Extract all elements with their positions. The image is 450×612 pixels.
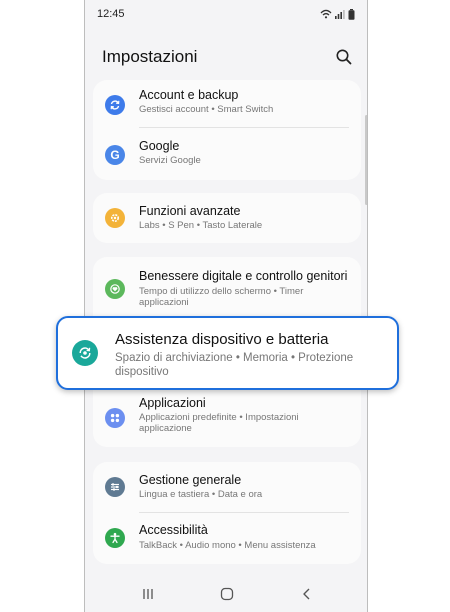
- settings-item-subtitle: Applicazioni predefinite • Impostazioni …: [139, 412, 299, 434]
- settings-item-accessibility[interactable]: Accessibilità TalkBack • Audio mono • Me…: [93, 513, 361, 563]
- status-bar: 12:45: [85, 0, 367, 28]
- settings-item-title: Benessere digitale e controllo genitori: [139, 269, 348, 283]
- sync-icon: [105, 95, 125, 115]
- settings-item-subtitle: Spazio di archiviazione • Memoria • Prot…: [115, 352, 354, 378]
- card-accounts: Account e backup Gestisci account • Smar…: [93, 80, 361, 180]
- settings-item-device-care[interactable]: Assistenza dispositivo e batteria Spazio…: [56, 316, 399, 390]
- status-time: 12:45: [97, 8, 125, 20]
- device-care-icon: [72, 340, 98, 366]
- settings-item-title: Gestione generale: [139, 473, 242, 487]
- settings-item-apps[interactable]: Applicazioni Applicazioni predefinite • …: [93, 392, 361, 444]
- card-advanced: Funzioni avanzate Labs • S Pen • Tasto L…: [93, 193, 361, 243]
- settings-item-subtitle: Lingua e tastiera • Data e ora: [139, 489, 263, 500]
- heart-circle-icon: [105, 279, 125, 299]
- navigation-bar: [85, 576, 367, 612]
- search-icon[interactable]: [335, 48, 353, 66]
- wifi-icon: [320, 9, 332, 19]
- sliders-icon: [105, 477, 125, 497]
- settings-item-subtitle: TalkBack • Audio mono • Menu assistenza: [139, 540, 316, 551]
- settings-item-subtitle: Gestisci account • Smart Switch: [139, 104, 274, 115]
- plus-gear-icon: [105, 208, 125, 228]
- card-general: Gestione generale Lingua e tastiera • Da…: [93, 462, 361, 564]
- scrollbar-thumb[interactable]: [365, 115, 367, 205]
- settings-item-general[interactable]: Gestione generale Lingua e tastiera • Da…: [93, 462, 361, 512]
- recent-apps-icon[interactable]: [141, 587, 155, 601]
- settings-item-subtitle: Labs • S Pen • Tasto Laterale: [139, 220, 263, 231]
- back-icon[interactable]: [300, 587, 314, 601]
- apps-grid-icon: [105, 408, 125, 428]
- settings-item-title: Google: [139, 139, 180, 153]
- settings-item-subtitle: Servizi Google: [139, 155, 201, 166]
- battery-icon: [348, 8, 355, 20]
- settings-item-title: Assistenza dispositivo e batteria: [115, 331, 329, 348]
- accessibility-icon: [105, 528, 125, 548]
- settings-item-account[interactable]: Account e backup Gestisci account • Smar…: [93, 80, 361, 130]
- google-icon: G: [105, 145, 125, 165]
- settings-item-wellbeing[interactable]: Benessere digitale e controllo genitori …: [93, 257, 361, 317]
- phone-screen: 12:45 Impostazioni Account e backup Gest…: [84, 0, 368, 612]
- settings-item-title: Applicazioni: [139, 396, 206, 410]
- settings-item-advanced[interactable]: Funzioni avanzate Labs • S Pen • Tasto L…: [93, 193, 361, 243]
- home-icon[interactable]: [220, 587, 234, 601]
- status-icons: [320, 8, 355, 20]
- signal-icon: [335, 10, 345, 19]
- settings-item-title: Accessibilità: [139, 523, 208, 537]
- settings-item-subtitle: Tempo di utilizzo dello schermo • Timer …: [139, 286, 304, 308]
- page-title: Impostazioni: [102, 47, 198, 66]
- divider: [139, 127, 349, 128]
- settings-item-google[interactable]: G Google Servizi Google: [93, 130, 361, 180]
- settings-item-title: Account e backup: [139, 88, 239, 102]
- settings-item-title: Funzioni avanzate: [139, 204, 241, 218]
